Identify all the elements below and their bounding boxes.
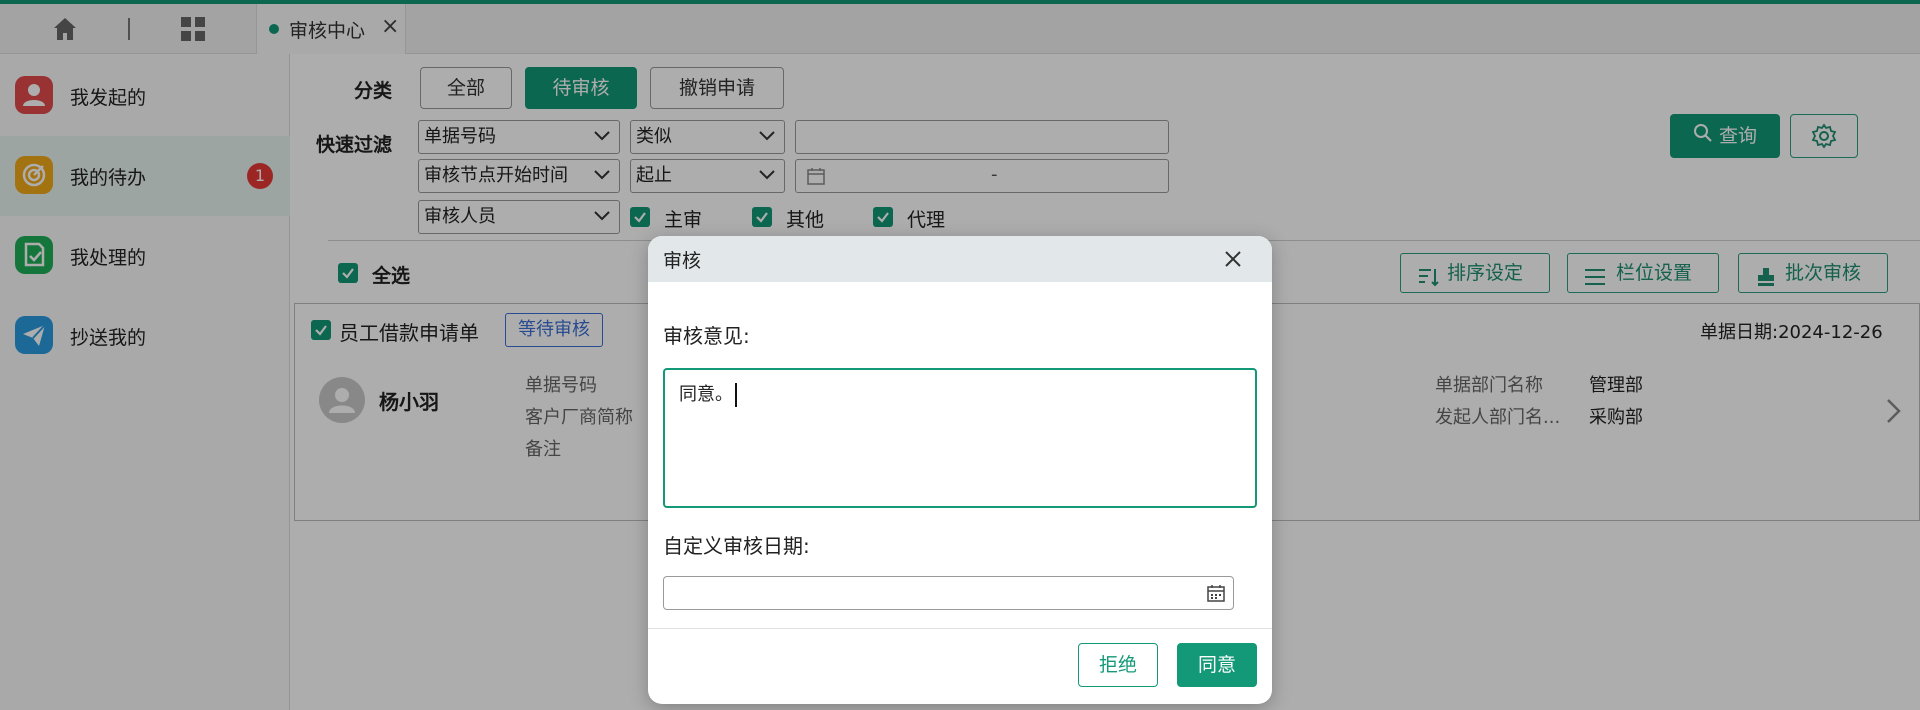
dialog-footer-divider (648, 628, 1272, 629)
opinion-textarea[interactable]: 同意。 (663, 368, 1257, 508)
close-icon[interactable] (1218, 244, 1248, 274)
reject-button[interactable]: 拒绝 (1078, 643, 1158, 687)
text-caret (735, 383, 737, 407)
dialog-header: 审核 (648, 236, 1272, 282)
opinion-label: 审核意见: (663, 324, 750, 348)
calendar-icon[interactable] (1206, 583, 1226, 608)
opinion-text: 同意。 (679, 384, 733, 405)
dialog-title: 审核 (663, 250, 702, 272)
custom-date-label: 自定义审核日期: (663, 534, 810, 558)
audit-dialog: 审核 审核意见: 同意。 自定义审核日期: 拒绝 同意 (648, 236, 1272, 704)
agree-button[interactable]: 同意 (1177, 643, 1257, 687)
custom-date-input[interactable] (663, 576, 1234, 610)
